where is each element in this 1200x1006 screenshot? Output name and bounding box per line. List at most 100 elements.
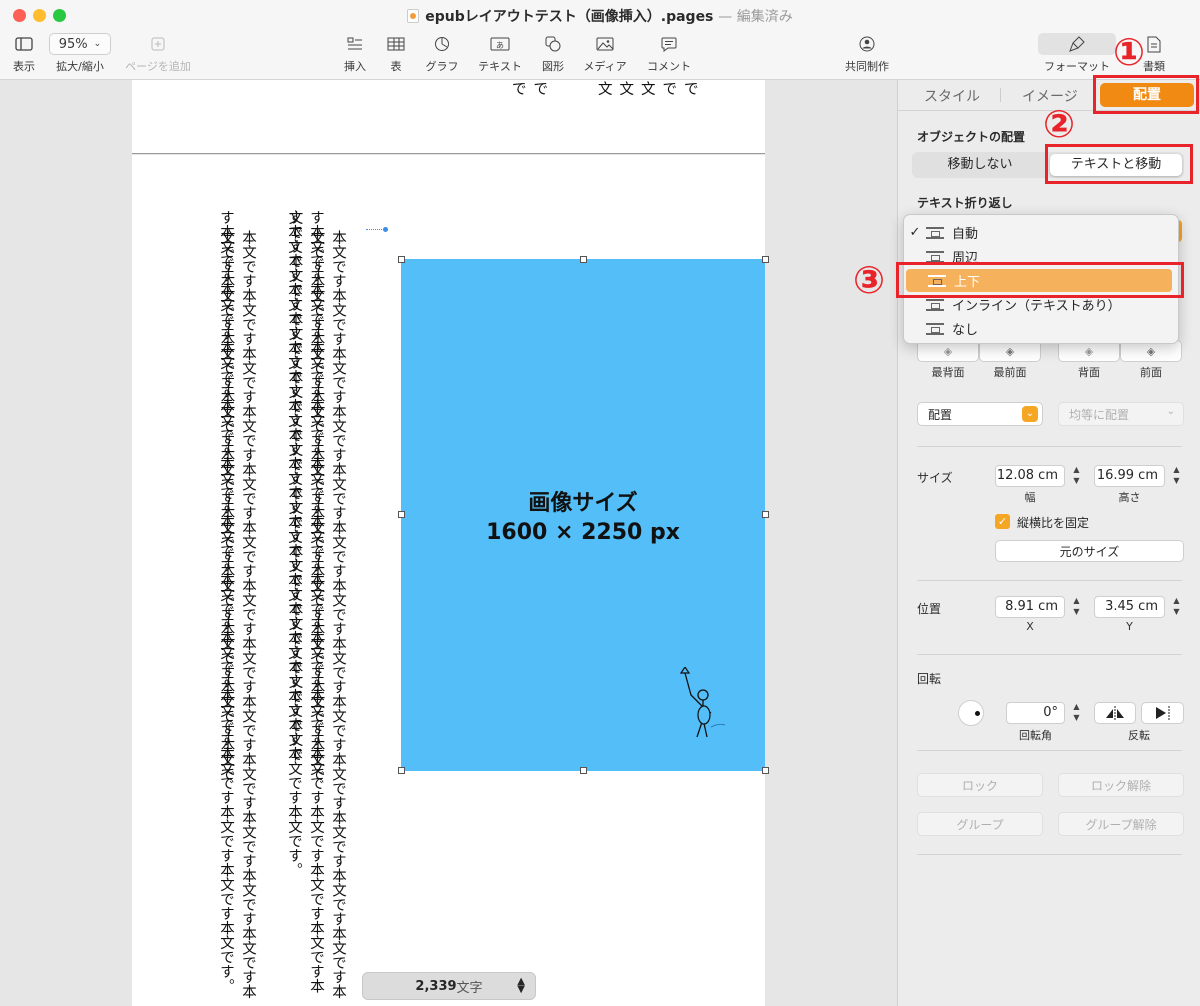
angle-field[interactable]: 0° <box>1006 702 1065 724</box>
resize-handle-bl[interactable] <box>398 767 405 774</box>
wrap-around-icon <box>926 250 944 263</box>
resize-handle-tc[interactable] <box>580 256 587 263</box>
zoom-label: 拡大/縮小 <box>56 60 104 73</box>
word-count-unit: 文字 <box>456 980 483 996</box>
text-button[interactable]: あ テキスト <box>477 33 523 74</box>
height-caption: 高さ <box>1118 491 1141 504</box>
x-field[interactable]: 8.91 cm <box>995 596 1065 618</box>
text-column-5: す本文です本文です本文です本文です本文です本文です本文です本文です本文です本文で… <box>218 210 234 993</box>
text-column-2: す本文です本文です本文です本文です本文です本文です本文です本文です本文です本文で… <box>286 210 325 993</box>
wrap-option-none[interactable]: なし <box>904 317 1178 340</box>
media-button[interactable]: メディア <box>582 33 628 74</box>
constrain-label: 縦横比を固定 <box>1017 516 1090 530</box>
align-select-value: 配置 <box>928 407 953 422</box>
resize-handle-bc[interactable] <box>580 767 587 774</box>
edit-status: 編集済み <box>736 9 793 25</box>
annotation-marker-2: ② <box>1043 102 1076 146</box>
layers-icon: ◈ <box>1084 344 1094 358</box>
add-page-button[interactable]: ページを追加 <box>120 33 196 74</box>
bring-to-front-label: 最前面 <box>993 366 1027 379</box>
annotation-box-1 <box>1093 75 1199 114</box>
flip-horizontal-icon <box>1106 706 1124 720</box>
view-button[interactable]: 表示 <box>8 33 40 74</box>
y-field[interactable]: 3.45 cm <box>1094 596 1165 618</box>
lock-button[interactable]: ロック <box>917 773 1043 797</box>
wrap-inline-icon <box>926 298 944 311</box>
text-wrap-heading: テキスト折り返し <box>917 196 1013 210</box>
chart-button[interactable]: グラフ <box>423 33 461 74</box>
unlock-button[interactable]: ロック解除 <box>1058 773 1184 797</box>
height-stepper[interactable]: ▲ ▼ <box>1170 464 1183 488</box>
rotation-dial[interactable] <box>958 700 984 726</box>
sidebar-icon <box>8 33 40 55</box>
width-field[interactable]: 12.08 cm <box>995 465 1065 487</box>
flip-caption: 反転 <box>1128 729 1150 742</box>
distribute-select[interactable]: 均等に配置 ⌄ <box>1058 402 1184 426</box>
table-label: 表 <box>390 60 402 73</box>
chevron-down-icon: ⌄ <box>93 39 102 49</box>
stick-figure-illustration <box>679 667 726 738</box>
width-stepper[interactable]: ▲ ▼ <box>1070 464 1083 488</box>
image-title-text: 画像サイズ <box>528 491 638 516</box>
insert-button[interactable]: 挿入 <box>340 33 370 74</box>
table-icon <box>383 33 409 55</box>
dial-dot-icon <box>975 711 980 716</box>
flip-vertical-icon <box>1155 706 1169 720</box>
comment-button[interactable]: コメント <box>644 33 694 74</box>
collaborate-label: 共同制作 <box>845 60 889 73</box>
plus-square-icon <box>120 33 196 55</box>
document-name: epubレイアウトテスト（画像挿入）.pages <box>425 9 714 25</box>
chevron-down-icon: ⌄ <box>1022 406 1038 422</box>
width-caption: 幅 <box>1024 491 1036 504</box>
y-caption: Y <box>1126 620 1133 633</box>
comment-icon <box>644 33 694 55</box>
word-count-popup[interactable]: 2,339 文字 ▲ ▼ <box>362 972 536 1000</box>
resize-handle-ml[interactable] <box>398 511 405 518</box>
chart-label: グラフ <box>425 60 459 73</box>
group-button[interactable]: グループ <box>917 812 1043 836</box>
format-button[interactable]: フォーマット <box>1038 33 1116 74</box>
format-label: フォーマット <box>1044 60 1110 73</box>
table-button[interactable]: 表 <box>383 33 409 74</box>
constrain-checkbox[interactable]: ✓ <box>995 514 1010 529</box>
option-stay-on-page[interactable]: 移動しない <box>912 152 1048 178</box>
word-count-value: 2,339 <box>415 978 457 994</box>
annotation-marker-3: ③ <box>853 258 886 302</box>
pages-document-icon <box>407 9 420 23</box>
layers-icon: ◈ <box>943 344 953 358</box>
text-label: テキスト <box>478 60 522 73</box>
ungroup-button[interactable]: グループ解除 <box>1058 812 1184 836</box>
rotation-heading: 回転 <box>917 672 942 686</box>
original-size-button[interactable]: 元のサイズ <box>995 540 1184 562</box>
flip-vertical-button[interactable] <box>1141 702 1184 724</box>
text-column-4: 本文です本文です本文です本文です本文です本文です本文です本文です本文です本文です… <box>218 230 257 999</box>
media-label: メディア <box>583 60 627 73</box>
angle-stepper[interactable]: ▲ ▼ <box>1070 701 1083 725</box>
align-select[interactable]: 配置 ⌄ <box>917 402 1043 426</box>
window-toolbar: epubレイアウトテスト（画像挿入）.pages — 編集済み 表示 95% ⌄ … <box>0 0 1200 80</box>
window-title: epubレイアウトテスト（画像挿入）.pages — 編集済み <box>0 6 1200 26</box>
annotation-marker-1: ① <box>1113 30 1146 74</box>
x-stepper[interactable]: ▲ ▼ <box>1070 595 1083 619</box>
height-field[interactable]: 16.99 cm <box>1094 465 1165 487</box>
flip-horizontal-button[interactable] <box>1094 702 1136 724</box>
tab-style[interactable]: スタイル <box>924 86 980 106</box>
shape-button[interactable]: 図形 <box>538 33 568 74</box>
collaborate-button[interactable]: 共同制作 <box>840 33 894 74</box>
send-backward-label: 背面 <box>1078 366 1100 379</box>
layers-icon: ◈ <box>1005 344 1015 358</box>
insert-label: 挿入 <box>344 60 366 73</box>
view-label: 表示 <box>13 60 35 73</box>
y-stepper[interactable]: ▲ ▼ <box>1170 595 1183 619</box>
inserted-image[interactable]: 画像サイズ 1600 × 2250 px <box>401 259 765 771</box>
wrap-option-auto[interactable]: ✓ 自動 <box>904 221 1178 244</box>
zoom-select[interactable]: 95% ⌄ <box>49 33 111 55</box>
wrap-option-none-label: なし <box>952 323 979 338</box>
resize-handle-br[interactable] <box>762 767 769 774</box>
comment-label: コメント <box>647 60 691 73</box>
text-column-1: 本文です本文です本文です本文です本文です本文です本文です本文です本文です本文です… <box>308 230 347 999</box>
resize-handle-tr[interactable] <box>762 256 769 263</box>
resize-handle-tl[interactable] <box>398 256 405 263</box>
zoom-control[interactable]: 95% ⌄ 拡大/縮小 <box>48 33 112 74</box>
resize-handle-mr[interactable] <box>762 511 769 518</box>
